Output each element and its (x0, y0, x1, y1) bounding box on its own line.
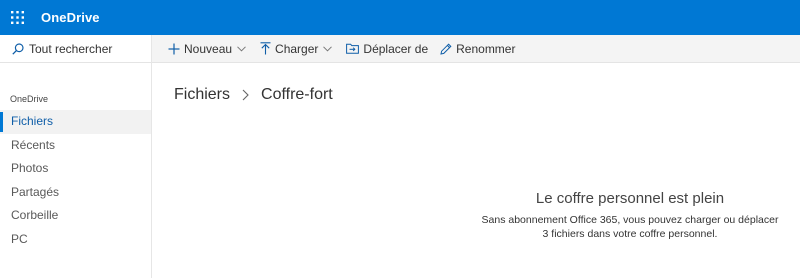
sidebar: Tout rechercher OneDrive Fichiers Récent… (0, 35, 152, 278)
nav-item-corbeille[interactable]: Corbeille (0, 204, 151, 228)
plus-icon (168, 43, 180, 54)
empty-state-line-1: Sans abonnement Office 365, vous pouvez … (481, 214, 779, 226)
nav-item-pc[interactable]: PC (0, 228, 151, 252)
breadcrumb-current: Coffre-fort (261, 86, 333, 103)
search-box[interactable]: Tout rechercher (0, 35, 151, 63)
top-bar: OneDrive (0, 0, 800, 35)
nav-item-photos[interactable]: Photos (0, 157, 151, 181)
new-button[interactable]: Nouveau (152, 35, 254, 63)
nav-section-heading: OneDrive (10, 94, 49, 104)
new-button-label: Nouveau (184, 41, 233, 56)
search-placeholder: Tout rechercher (29, 41, 113, 56)
nav-list: Fichiers Récents Photos Partagés Corbeil… (0, 110, 151, 251)
move-button-label: Déplacer de (363, 41, 429, 56)
rename-button[interactable]: Renommer (434, 35, 521, 63)
upload-icon (260, 42, 271, 55)
pencil-icon (440, 42, 452, 55)
empty-state-line-2: 3 fichiers dans votre coffre personnel. (542, 228, 718, 240)
breadcrumb-root[interactable]: Fichiers (174, 86, 230, 104)
empty-state-title: Le coffre personnel est plein (535, 190, 725, 207)
upload-button[interactable]: Charger (254, 35, 340, 63)
waffle-icon (10, 11, 24, 24)
empty-state-description: Sans abonnement Office 365, vous pouvez … (470, 213, 790, 241)
rename-button-label: Renommer (456, 41, 516, 56)
chevron-down-icon (323, 45, 333, 52)
search-icon (12, 42, 24, 55)
upload-button-label: Charger (275, 41, 319, 56)
app-launcher-button[interactable] (0, 0, 34, 35)
chevron-down-icon (237, 45, 246, 52)
app-brand-link[interactable]: OneDrive (41, 0, 100, 35)
move-button[interactable]: Déplacer de (340, 35, 434, 63)
move-folder-icon (346, 43, 360, 54)
command-bar: Nouveau Charger Déplacer de Renommer (152, 35, 800, 63)
breadcrumb: Fichiers Coffre-fort (174, 86, 333, 104)
chevron-right-icon (242, 89, 249, 101)
nav-item-recents[interactable]: Récents (0, 134, 151, 158)
empty-state: Le coffre personnel est plein Sans abonn… (470, 190, 790, 241)
nav-item-fichiers[interactable]: Fichiers (0, 110, 151, 134)
nav-item-partages[interactable]: Partagés (0, 181, 151, 205)
